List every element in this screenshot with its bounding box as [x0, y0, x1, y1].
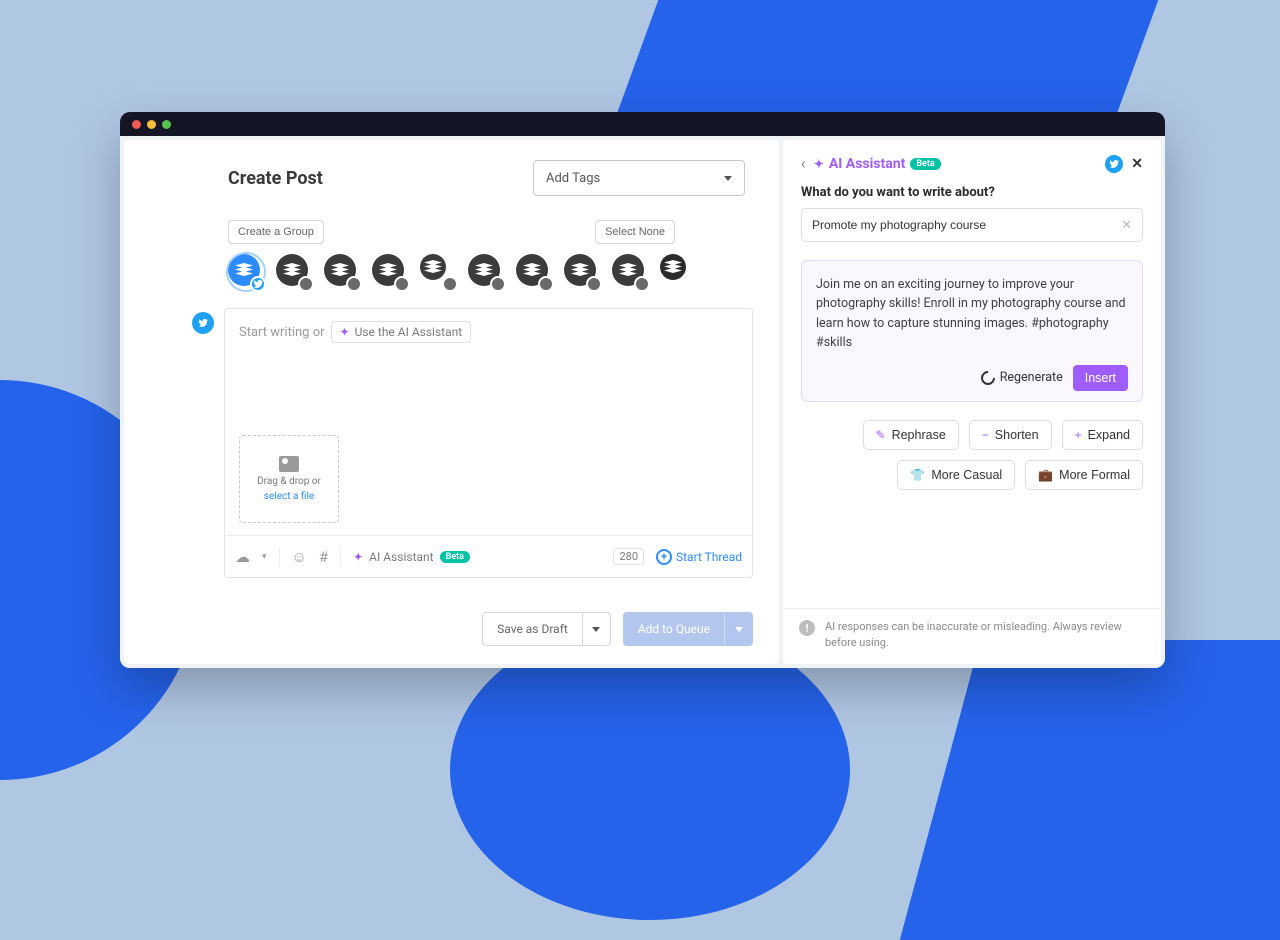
beta-badge: Beta — [910, 158, 940, 170]
assistant-warning: ! AI responses can be inaccurate or misl… — [783, 608, 1161, 664]
create-group-button[interactable]: Create a Group — [228, 220, 324, 244]
channel-googlebusiness[interactable] — [612, 254, 648, 290]
traffic-close[interactable] — [132, 120, 141, 129]
twitter-icon — [250, 276, 266, 292]
pinterest-icon — [538, 276, 554, 292]
channel-youtube[interactable] — [420, 254, 456, 290]
save-draft-button[interactable]: Save as Draft — [482, 612, 611, 646]
back-button[interactable]: ‹ — [801, 154, 806, 173]
pencil-icon: ✎ — [876, 428, 886, 442]
rephrase-button[interactable]: ✎Rephrase — [863, 420, 959, 450]
start-thread-button[interactable]: + Start Thread — [656, 549, 742, 565]
composer: Start writing or ✦ Use the AI Assistant … — [224, 308, 753, 578]
char-counter: 280 — [613, 548, 644, 565]
more-casual-button[interactable]: 👕More Casual — [897, 460, 1015, 490]
clear-prompt-button[interactable]: ✕ — [1121, 218, 1132, 233]
prompt-input-wrap: ✕ — [801, 208, 1143, 242]
ai-assistant-panel: ‹ ✦ AI Assistant Beta ✕ What do you want… — [783, 140, 1161, 664]
use-ai-assistant-chip[interactable]: ✦ Use the AI Assistant — [331, 321, 472, 343]
expand-button[interactable]: +Expand — [1062, 420, 1143, 450]
chevron-down-icon[interactable]: ▾ — [262, 552, 267, 562]
regenerate-button[interactable]: Regenerate — [981, 370, 1063, 385]
select-file-link[interactable]: select a file — [264, 491, 314, 502]
window-titlebar — [120, 112, 1165, 136]
hashtag-icon[interactable]: # — [319, 548, 328, 566]
stack-icon — [235, 263, 253, 277]
youtube-icon — [442, 276, 458, 292]
channel-pinterest[interactable] — [516, 254, 552, 290]
briefcase-icon: 💼 — [1038, 468, 1053, 482]
twitter-icon — [1105, 155, 1123, 173]
result-text: Join me on an exciting journey to improv… — [816, 275, 1128, 353]
chevron-down-icon — [724, 176, 732, 181]
image-icon — [279, 456, 299, 472]
channel-facebook[interactable] — [324, 254, 360, 290]
close-button[interactable]: ✕ — [1131, 156, 1143, 172]
channel-mastodon[interactable] — [564, 254, 600, 290]
emoji-icon[interactable]: ☺ — [292, 548, 307, 566]
cloud-icon[interactable]: ☁ — [235, 548, 250, 566]
channel-twitter[interactable] — [228, 254, 264, 290]
prompt-input[interactable] — [812, 218, 1113, 232]
traffic-zoom[interactable] — [162, 120, 171, 129]
tshirt-icon: 👕 — [910, 468, 925, 482]
active-network-twitter-icon — [192, 312, 214, 334]
plus-circle-icon: + — [656, 549, 672, 565]
facebook-icon — [346, 276, 362, 292]
more-formal-button[interactable]: 💼More Formal — [1025, 460, 1143, 490]
refresh-icon — [978, 368, 998, 388]
mastodon-icon — [586, 276, 602, 292]
channel-instagram[interactable] — [276, 254, 312, 290]
add-tags-label: Add Tags — [546, 171, 600, 186]
assistant-title: ✦ AI Assistant Beta — [814, 156, 941, 172]
info-icon: ! — [799, 620, 815, 636]
composer-textarea[interactable]: Start writing or ✦ Use the AI Assistant … — [225, 309, 752, 535]
select-none-button[interactable]: Select None — [595, 220, 675, 244]
minus-icon: − — [982, 428, 989, 442]
channel-startpage[interactable] — [660, 254, 696, 290]
insert-button[interactable]: Insert — [1073, 365, 1128, 391]
result-card: Join me on an exciting journey to improv… — [801, 260, 1143, 402]
add-to-queue-dropdown[interactable] — [724, 613, 752, 645]
add-tags-select[interactable]: Add Tags — [533, 160, 745, 196]
channels-row — [150, 254, 753, 290]
linkedin-icon — [394, 276, 410, 292]
wand-icon: ✦ — [814, 157, 824, 171]
channel-linkedin[interactable] — [372, 254, 408, 290]
composer-placeholder: Start writing or — [239, 325, 325, 340]
traffic-minimize[interactable] — [147, 120, 156, 129]
shorten-button[interactable]: −Shorten — [969, 420, 1052, 450]
plus-icon: + — [1075, 428, 1082, 442]
composer-toolbar: ☁ ▾ ☺ # ✦ AI Assistant Beta 280 — [225, 535, 752, 577]
dropzone-label: Drag & drop or — [257, 476, 321, 487]
wand-icon: ✦ — [353, 550, 363, 564]
create-post-panel: Create Post Add Tags Create a Group Sele… — [124, 140, 779, 664]
wand-icon: ✦ — [340, 325, 350, 339]
tiktok-icon — [490, 276, 506, 292]
save-draft-dropdown[interactable] — [582, 613, 610, 645]
prompt-label: What do you want to write about? — [801, 185, 1143, 200]
media-dropzone[interactable]: Drag & drop or select a file — [239, 435, 339, 523]
app-window: Create Post Add Tags Create a Group Sele… — [120, 112, 1165, 668]
instagram-icon — [298, 276, 314, 292]
page-title: Create Post — [150, 168, 323, 189]
ai-assistant-toolbar-button[interactable]: ✦ AI Assistant Beta — [353, 550, 470, 564]
beta-badge: Beta — [440, 551, 470, 563]
add-to-queue-button[interactable]: Add to Queue — [623, 612, 753, 646]
googlebusiness-icon — [634, 276, 650, 292]
channel-tiktok[interactable] — [468, 254, 504, 290]
